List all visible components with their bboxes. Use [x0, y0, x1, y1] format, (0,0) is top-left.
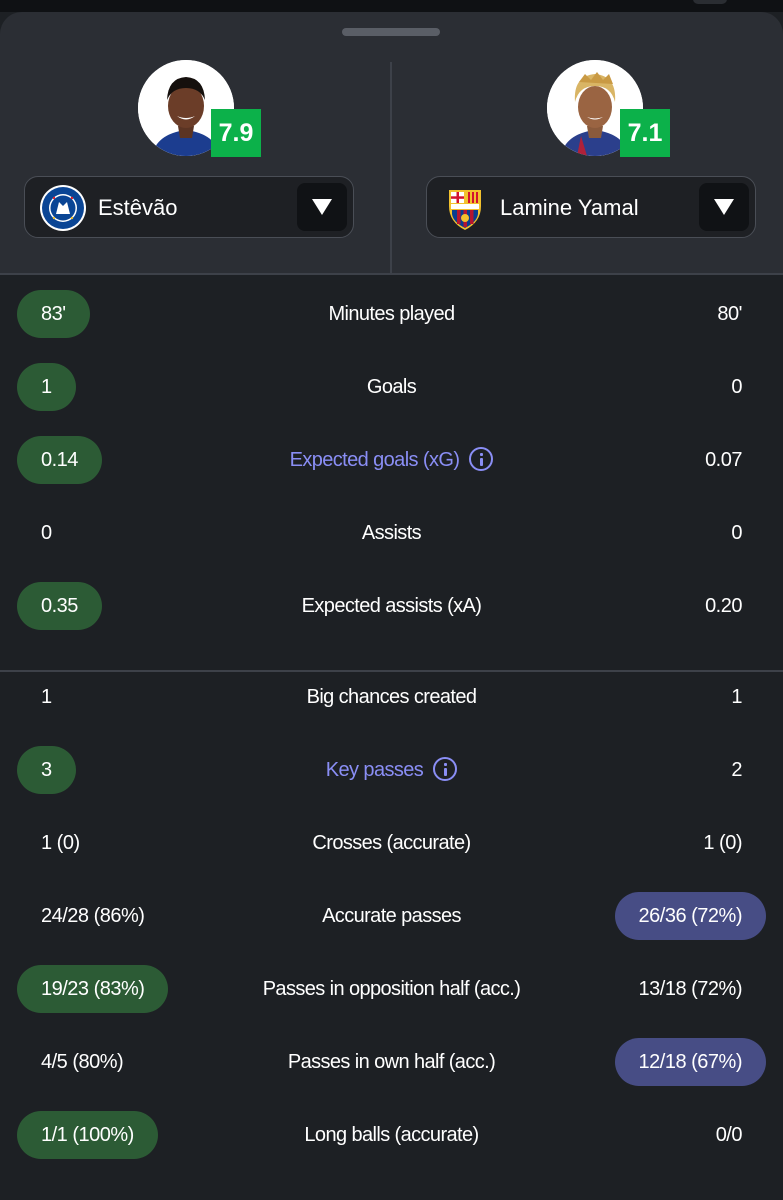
stat-value-left: 19/23 (83%) — [17, 965, 169, 1013]
stat-label[interactable]: Key passes — [0, 746, 783, 794]
stat-label-text: Crosses (accurate) — [312, 832, 471, 854]
stat-label-text: Goals — [366, 376, 417, 398]
status-indicator — [693, 0, 727, 4]
comparison-header: 7.9 Estêvão 7.1 Lamine Yamal — [0, 12, 783, 274]
stat-row: Expected assists (xA) 0.35 0.20 — [0, 582, 783, 632]
stat-label: Goals — [0, 363, 783, 411]
stat-value-right: 13/18 (72%) — [638, 978, 743, 1000]
stat-row: Expected goals (xG) 0.14 0.07 — [0, 436, 783, 486]
stat-label-text: Passes in opposition half (acc.) — [262, 978, 521, 1000]
chelsea-crest-icon — [40, 185, 86, 231]
stat-value-left: 1 (0) — [41, 832, 80, 854]
stat-value-left: 1 — [41, 686, 52, 708]
stat-row: Key passes 3 2 — [0, 746, 783, 796]
stat-row: Passes in opposition half (acc.) 19/23 (8… — [0, 965, 783, 1015]
stat-row: Big chances created 1 1 — [0, 673, 783, 723]
stat-value-right: 0 — [731, 376, 742, 398]
stat-label-text: Assists — [361, 522, 422, 544]
stat-label: Assists — [0, 509, 783, 557]
stat-value-left: 1 — [17, 363, 76, 411]
stat-row: Accurate passes 24/28 (86%) 26/36 (72%) — [0, 892, 783, 942]
stat-row: Crosses (accurate) 1 (0) 1 (0) — [0, 819, 783, 869]
stat-label-text: Passes in own half (acc.) — [287, 1051, 496, 1073]
stat-value-right: 0.20 — [705, 595, 742, 617]
stat-label: Expected assists (xA) — [0, 582, 783, 630]
stat-label-text: Long balls (accurate) — [304, 1124, 479, 1146]
player-selector-left[interactable]: Estêvão — [24, 176, 354, 238]
stat-row: Goals 1 0 — [0, 363, 783, 413]
stat-label-text: Accurate passes — [322, 905, 461, 927]
stat-value-right: 0.07 — [705, 449, 742, 471]
stat-row: Minutes played 83' 80' — [0, 290, 783, 340]
stat-label-text: Minutes played — [328, 303, 455, 325]
section-separator — [0, 670, 783, 672]
player-name-right: Lamine Yamal — [500, 195, 639, 220]
stat-value-right: 1 (0) — [703, 832, 742, 854]
header-separator — [0, 273, 783, 275]
stat-value-right: 26/36 (72%) — [614, 892, 766, 940]
stat-value-right: 12/18 (67%) — [614, 1038, 766, 1086]
stat-value-left: 4/5 (80%) — [41, 1051, 124, 1073]
stat-value-right: 0 — [731, 522, 742, 544]
dropdown-button-right[interactable] — [699, 183, 749, 231]
info-icon[interactable] — [469, 446, 494, 471]
player-selector-right[interactable]: Lamine Yamal — [426, 176, 756, 238]
stat-label-text: Big chances created — [306, 686, 477, 708]
stat-label: Big chances created — [0, 673, 783, 721]
rating-badge-left: 7.9 — [211, 109, 261, 157]
stat-value-right: 1 — [731, 686, 742, 708]
drag-handle[interactable] — [342, 28, 440, 36]
stat-label-text: Key passes — [325, 759, 424, 781]
stat-value-left: 3 — [17, 746, 76, 794]
stat-label-text: Expected goals (xG) — [289, 449, 460, 471]
rating-badge-right: 7.1 — [620, 109, 670, 157]
chevron-down-icon — [714, 199, 734, 215]
stat-value-left: 0 — [41, 522, 52, 544]
stat-label[interactable]: Expected goals (xG) — [0, 436, 783, 484]
stat-value-left: 0.14 — [17, 436, 102, 484]
stat-row: Long balls (accurate) 1/1 (100%) 0/0 — [0, 1111, 783, 1161]
player-name-left: Estêvão — [98, 195, 178, 220]
stat-value-right: 0/0 — [715, 1124, 743, 1146]
dropdown-button-left[interactable] — [297, 183, 347, 231]
stat-value-left: 1/1 (100%) — [17, 1111, 158, 1159]
info-icon[interactable] — [433, 756, 458, 781]
barcelona-crest-icon — [449, 190, 481, 230]
stat-value-left: 0.35 — [17, 582, 102, 630]
stat-label: Minutes played — [0, 290, 783, 338]
stat-label-text: Expected assists (xA) — [301, 595, 482, 617]
stat-value-right: 80' — [717, 303, 742, 325]
header-divider — [390, 62, 392, 274]
top-status-strip — [0, 0, 783, 12]
chevron-down-icon — [312, 199, 332, 215]
stat-label: Crosses (accurate) — [0, 819, 783, 867]
stat-value-left: 83' — [17, 290, 90, 338]
stat-row: Assists 0 0 — [0, 509, 783, 559]
player-comparison-sheet: 7.9 Estêvão 7.1 Lamine Yamal Minutes pla… — [0, 12, 783, 1200]
stat-value-right: 2 — [731, 759, 742, 781]
stat-row: Passes in own half (acc.) 4/5 (80%) 12/18 … — [0, 1038, 783, 1088]
stat-value-left: 24/28 (86%) — [41, 905, 145, 927]
